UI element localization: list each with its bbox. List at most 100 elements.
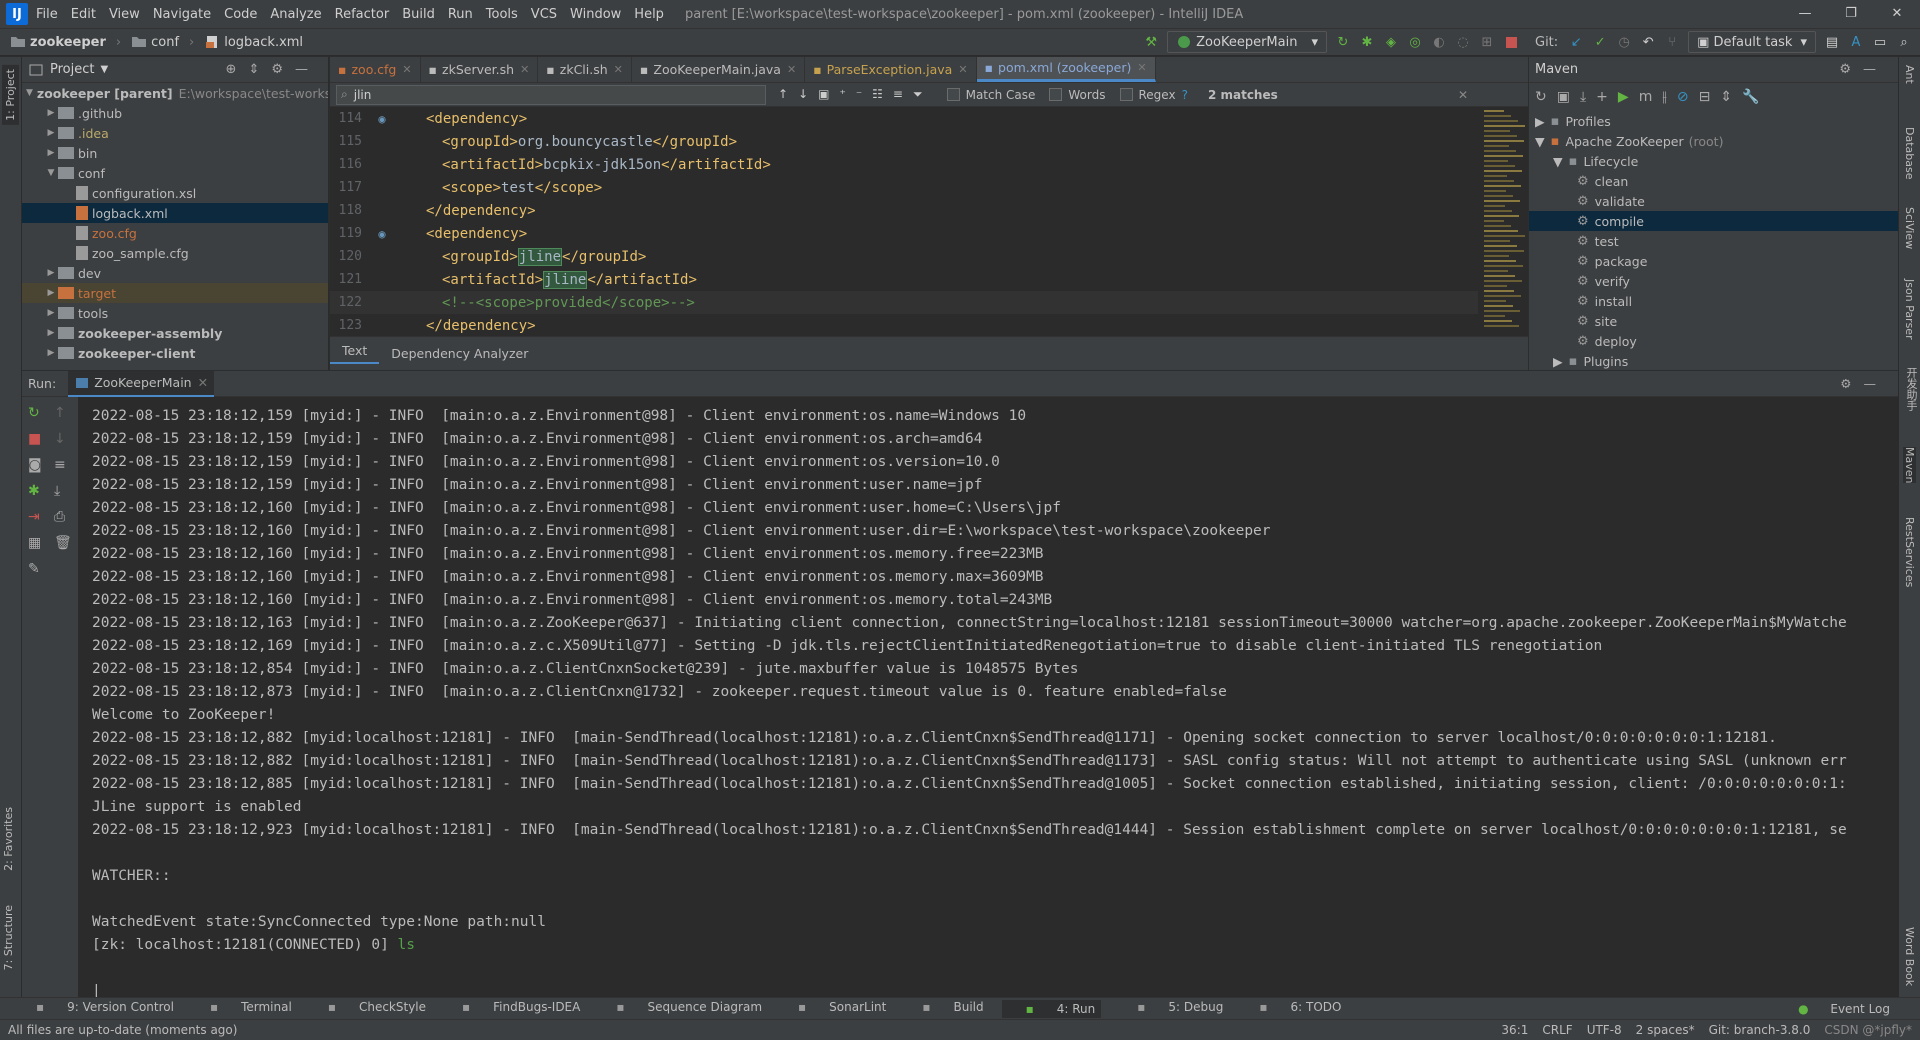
- git-branch[interactable]: Git: branch-3.8.0: [1709, 1023, 1811, 1037]
- git-commit-icon[interactable]: ✓: [1588, 31, 1612, 53]
- maven-tree-item[interactable]: ⚙ clean: [1529, 171, 1898, 191]
- debug-icon[interactable]: ✱: [28, 483, 42, 499]
- editor-tab[interactable]: ▪ pom.xml (zookeeper) ✕: [976, 57, 1156, 82]
- arrow-down-icon[interactable]: ↓: [54, 431, 72, 447]
- git-rollback-icon[interactable]: ↶: [1636, 31, 1660, 53]
- maven-tree-item[interactable]: ⚙ validate: [1529, 191, 1898, 211]
- close-icon[interactable]: ✕: [787, 63, 796, 76]
- scroll-to-end-icon[interactable]: ⤓: [54, 483, 72, 499]
- editor-tab[interactable]: ▪ zkCli.sh ✕: [538, 57, 632, 82]
- build-hammer-icon[interactable]: ⚒: [1139, 31, 1163, 53]
- tree-item[interactable]: ▶ .github: [22, 103, 328, 123]
- add-selection-icon[interactable]: ⁺: [839, 87, 855, 101]
- tree-item[interactable]: ▶ .idea: [22, 123, 328, 143]
- tree-item[interactable]: zoo_sample.cfg: [22, 243, 328, 263]
- soft-wrap-icon[interactable]: ≡: [54, 457, 72, 473]
- code-view[interactable]: 114 ◉ <dependency> 115 <groupId>org.bouncyca…: [330, 107, 1478, 336]
- bottom-tab[interactable]: ▪ Terminal: [192, 1000, 292, 1018]
- tool-tab-dev-assistant[interactable]: 开发助手: [1903, 367, 1919, 411]
- menu-item-build[interactable]: Build: [402, 7, 435, 22]
- pin-icon[interactable]: ✎: [28, 561, 42, 577]
- regex-checkbox[interactable]: [1119, 88, 1133, 101]
- tree-item[interactable]: ▶ zookeeper-client: [22, 343, 328, 363]
- close-window-icon[interactable]: ✕: [1874, 0, 1920, 28]
- restore-window-icon[interactable]: ❐: [1828, 0, 1874, 28]
- bottom-tab[interactable]: ▪ 9: Version Control: [18, 1000, 174, 1018]
- toggle-offline-icon[interactable]: ⫲: [1662, 89, 1677, 105]
- close-icon[interactable]: ✕: [402, 63, 411, 76]
- attach-icon[interactable]: ◐: [1427, 31, 1451, 53]
- trash-icon[interactable]: 🗑: [54, 535, 72, 551]
- bottom-tab[interactable]: ▪ 4: Run: [1001, 999, 1102, 1018]
- rerun-icon[interactable]: ↻: [28, 405, 42, 421]
- tree-item[interactable]: configuration.xsl: [22, 183, 328, 203]
- maven-goal-icon[interactable]: m: [1639, 89, 1663, 105]
- editor-tab[interactable]: ▪ ParseException.java ✕: [805, 57, 977, 82]
- bottom-tab[interactable]: ▪ 6: TODO: [1241, 1000, 1341, 1018]
- caret-position[interactable]: 36:1: [1501, 1023, 1528, 1037]
- screenshot-icon[interactable]: ◙: [28, 457, 42, 473]
- git-update-icon[interactable]: ↙: [1564, 31, 1588, 53]
- bottom-tab[interactable]: ▪ SonarLint: [780, 1000, 886, 1018]
- maven-tree-item[interactable]: ⚙ site: [1529, 311, 1898, 331]
- close-icon[interactable]: ✕: [958, 63, 967, 76]
- menu-item-refactor[interactable]: Refactor: [335, 7, 390, 22]
- tree-item[interactable]: ▶ zookeeper-assembly: [22, 323, 328, 343]
- menu-item-tools[interactable]: Tools: [486, 7, 518, 22]
- close-icon[interactable]: ✕: [1458, 88, 1468, 102]
- rerun-icon[interactable]: ↻: [1331, 31, 1355, 53]
- bottom-tab[interactable]: ▪ Sequence Diagram: [598, 1000, 762, 1018]
- menu-item-file[interactable]: File: [36, 7, 58, 22]
- minimize-icon[interactable]: —: [295, 62, 320, 77]
- add-icon[interactable]: +: [1596, 89, 1618, 105]
- console-cursor[interactable]: |: [92, 980, 1898, 997]
- tool-tab-sciview[interactable]: SciView: [1903, 207, 1916, 249]
- bottom-tab[interactable]: ▪ CheckStyle: [310, 1000, 426, 1018]
- bottom-tab[interactable]: ▪ Build: [904, 1000, 983, 1018]
- locate-icon[interactable]: ⊕: [226, 62, 249, 77]
- minimize-icon[interactable]: —: [1863, 62, 1888, 77]
- chevron-down-icon[interactable]: ▼: [100, 64, 108, 75]
- layout-icon[interactable]: ⊞: [1475, 31, 1499, 53]
- tool-tab-word-book[interactable]: Word Book: [1903, 927, 1916, 986]
- gear-icon[interactable]: ⚙: [271, 62, 295, 77]
- close-icon[interactable]: ✕: [614, 63, 623, 76]
- maven-tree-item[interactable]: ⚙ install: [1529, 291, 1898, 311]
- bottom-tab[interactable]: ▪ 5: Debug: [1119, 1000, 1223, 1018]
- git-history-icon[interactable]: ◷: [1612, 31, 1636, 53]
- tab-dependency-analyzer[interactable]: Dependency Analyzer: [379, 346, 540, 361]
- stop-icon[interactable]: ■: [28, 431, 42, 447]
- gear-icon[interactable]: ⚙: [1839, 62, 1863, 77]
- tree-item[interactable]: ▼ conf: [22, 163, 328, 183]
- menu-item-analyze[interactable]: Analyze: [270, 7, 321, 22]
- tool-tab-structure[interactable]: 7: Structure: [2, 905, 15, 970]
- line-separator[interactable]: CRLF: [1542, 1023, 1572, 1037]
- download-icon[interactable]: ⤓: [1580, 89, 1596, 105]
- gear-icon[interactable]: ⚙: [1840, 376, 1863, 391]
- maven-tree-item[interactable]: ⚙ deploy: [1529, 331, 1898, 351]
- maven-tree-item[interactable]: ⚙ test: [1529, 231, 1898, 251]
- file-encoding[interactable]: UTF-8: [1587, 1023, 1622, 1037]
- run-icon[interactable]: ▶: [1618, 89, 1639, 105]
- translate-icon[interactable]: A: [1844, 31, 1868, 53]
- tool-tab-favorites[interactable]: 2: Favorites: [2, 807, 15, 871]
- regex-help-link[interactable]: ?: [1182, 88, 1188, 102]
- editor-tab[interactable]: ▪ ZooKeeperMain.java ✕: [632, 57, 806, 82]
- menu-item-help[interactable]: Help: [634, 7, 664, 22]
- maven-tree-item[interactable]: ▶ ▪ Plugins: [1529, 351, 1898, 370]
- menu-item-run[interactable]: Run: [448, 7, 473, 22]
- git-branches-icon[interactable]: ⑂: [1660, 31, 1684, 53]
- print-icon[interactable]: ⎙: [54, 509, 72, 525]
- minimize-icon[interactable]: —: [1864, 376, 1889, 391]
- filter-results-icon[interactable]: ≡: [893, 87, 913, 101]
- layout-icon[interactable]: ▦: [28, 535, 42, 551]
- filter-icon[interactable]: ⏷: [913, 87, 933, 101]
- match-case-checkbox[interactable]: [946, 88, 960, 101]
- tree-item[interactable]: ▶ tools: [22, 303, 328, 323]
- coverage-icon[interactable]: ◈: [1379, 31, 1403, 53]
- editor-tab[interactable]: ▪ zkServer.sh ✕: [421, 57, 539, 82]
- remove-selection-icon[interactable]: ⁻: [856, 87, 872, 101]
- skip-tests-icon[interactable]: ⊘: [1677, 89, 1699, 105]
- console-output[interactable]: 2022-08-15 23:18:12,159 [myid:] - INFO […: [78, 397, 1898, 997]
- collapse-all-icon[interactable]: ⇕: [1720, 89, 1742, 105]
